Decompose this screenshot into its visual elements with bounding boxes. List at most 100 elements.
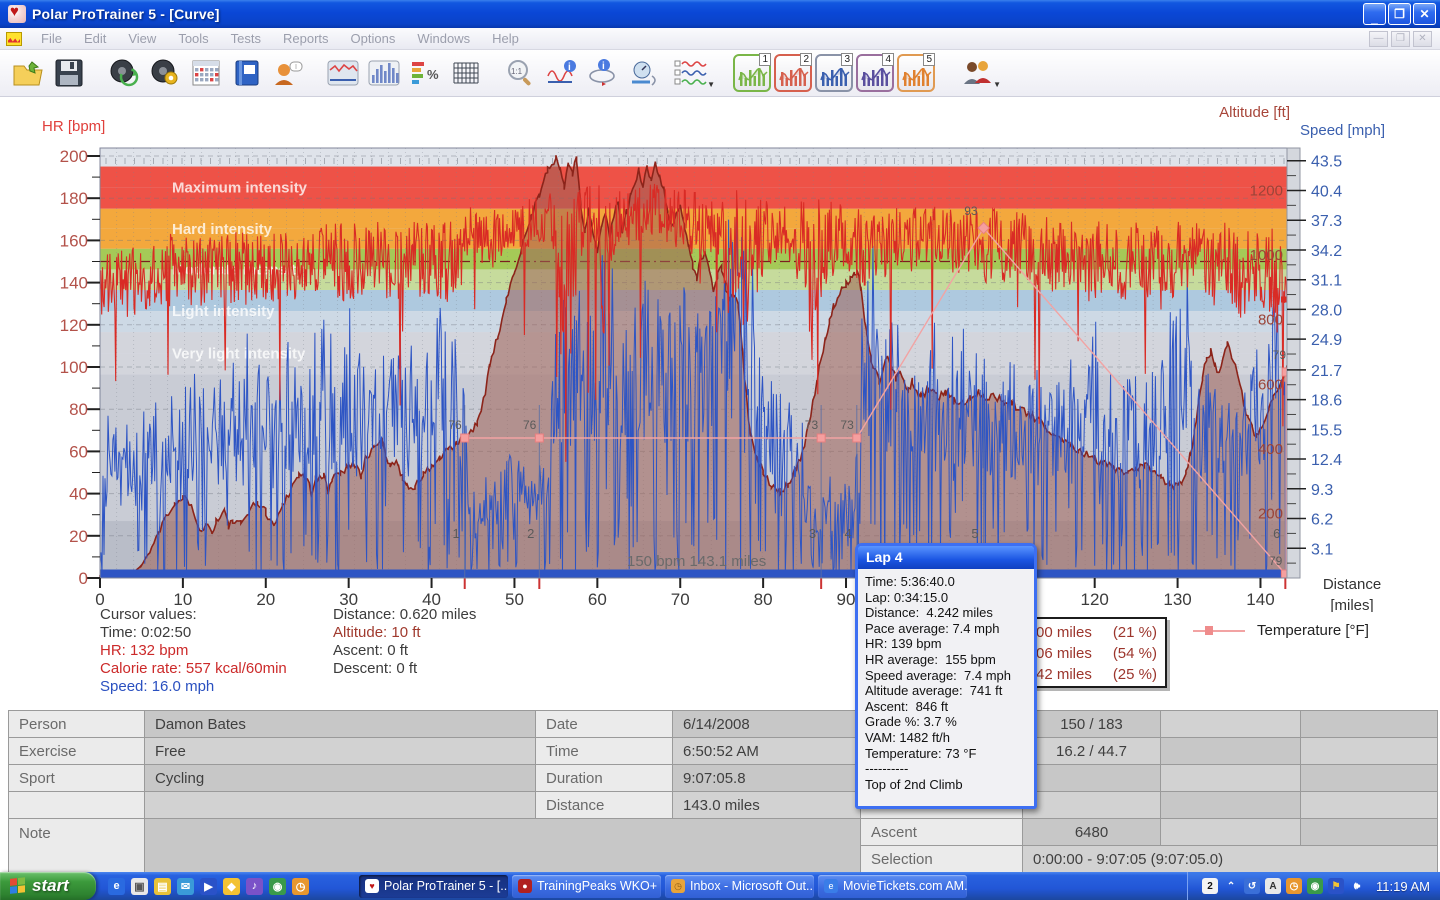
curve-view-button[interactable] (323, 53, 363, 93)
table-cell-empty[interactable] (1300, 818, 1438, 846)
table-cell-date[interactable]: 6/14/2008 (672, 710, 861, 738)
table-cell-empty[interactable] (1300, 764, 1438, 792)
table-cell-person[interactable]: Damon Bates (144, 710, 536, 738)
speed-tick-6.2: 6.2 (1311, 512, 1333, 529)
distribution-view-button[interactable]: % (405, 53, 445, 93)
table-cell-empty[interactable] (1300, 710, 1438, 738)
menu-edit[interactable]: Edit (73, 29, 117, 48)
cursor-value-line: Speed: 16.0 mph (100, 678, 287, 696)
menu-tests[interactable]: Tests (220, 29, 272, 48)
menu-file[interactable]: File (30, 29, 73, 48)
taskbar-task-ie[interactable]: eMovieTickets.com AM... (818, 875, 967, 898)
table-cell-empty[interactable] (1160, 764, 1301, 792)
messenger-icon[interactable]: ⚑ (1328, 878, 1344, 894)
table-cell-empty[interactable] (1022, 791, 1161, 819)
picture-viewer-icon[interactable]: ▣ (131, 878, 148, 895)
table-cell-exercise[interactable]: Free (144, 737, 536, 765)
cursor-value-line: Calorie rate: 557 kcal/60min (100, 660, 287, 678)
minimize-button[interactable]: _ (1363, 3, 1386, 25)
compare-persons-button[interactable]: ▼ (951, 53, 1003, 93)
diary-button[interactable] (227, 53, 267, 93)
table-cell-time[interactable]: 6:50:52 AM (672, 737, 861, 765)
lap-number-2: 2 (527, 526, 534, 541)
menu-options[interactable]: Options (340, 29, 407, 48)
mdi-close-button[interactable]: ✕ (1413, 31, 1432, 47)
table-cell-sport[interactable]: Cycling (144, 764, 536, 792)
table-cell-empty[interactable] (1160, 818, 1301, 846)
menu-help[interactable]: Help (481, 29, 530, 48)
task-label: MovieTickets.com AM... (843, 879, 967, 893)
maximize-button[interactable]: ❐ (1388, 3, 1411, 25)
table-cell-empty[interactable] (1160, 737, 1301, 765)
itunes-icon[interactable]: ♪ (246, 878, 263, 895)
menu-tools[interactable]: Tools (167, 29, 219, 48)
altitude-gridlabel-1200: 1200 (1250, 183, 1283, 200)
lap-info-button[interactable]: i (583, 53, 623, 93)
dropdown-caret-icon[interactable]: ▼ (707, 80, 715, 89)
grid-view-button[interactable] (446, 53, 486, 93)
bar-view-button[interactable] (364, 53, 404, 93)
zone-label-maximum: Maximum intensity (172, 180, 308, 197)
scheduler-icon[interactable]: ◷ (1286, 878, 1302, 894)
polar-heart-icon: ♥ (365, 879, 379, 893)
folder-icon[interactable]: ▤ (154, 878, 171, 895)
ie-icon[interactable]: e (108, 878, 125, 895)
close-button[interactable]: ✕ (1413, 3, 1436, 25)
table-cell-empty[interactable] (1160, 710, 1301, 738)
transfer-from-device-button[interactable] (104, 53, 144, 93)
mail-icon[interactable]: ✉ (177, 878, 194, 895)
language-bar-icon[interactable]: A (1265, 878, 1281, 894)
temp-value-label: 73 (805, 418, 819, 432)
x-axis-title-2: [miles] (1330, 597, 1373, 612)
calendar-button[interactable] (186, 53, 226, 93)
updates-icon[interactable]: ↺ (1244, 878, 1260, 894)
exercise-curve-chart[interactable]: Maximum intensityHard intensityModerate … (0, 97, 1440, 612)
preset-5-button[interactable]: 5 (896, 53, 936, 93)
dropdown-caret-icon[interactable]: ▼ (993, 80, 1001, 89)
person-info-button[interactable] (268, 53, 308, 93)
save-button[interactable] (49, 53, 89, 93)
mdi-minimize-button[interactable]: — (1369, 31, 1388, 47)
time-range-button[interactable] (624, 53, 664, 93)
taskbar-task-outlook[interactable]: ◷Inbox - Microsoft Out... (665, 875, 814, 898)
table-cell-speed-value[interactable]: 16.2 / 44.7 (1022, 737, 1161, 765)
task-label: TrainingPeaks WKO+ ... (537, 879, 661, 893)
curve-info-button[interactable]: i (542, 53, 582, 93)
table-cell-empty[interactable] (1300, 791, 1438, 819)
table-cell-empty[interactable] (1160, 791, 1301, 819)
cursor-value-line: Ascent: 0 ft (333, 642, 476, 660)
table-cell-duration[interactable]: 9:07:05.8 (672, 764, 861, 792)
menu-windows[interactable]: Windows (406, 29, 481, 48)
table-cell-empty[interactable] (1022, 764, 1161, 792)
preset-3-button[interactable]: 3 (814, 53, 854, 93)
table-cell-note[interactable] (144, 818, 861, 873)
menu-view[interactable]: View (117, 29, 167, 48)
start-button[interactable]: start (0, 872, 96, 900)
mdi-restore-button[interactable]: ❐ (1391, 31, 1410, 47)
preset-4-button[interactable]: 4 (855, 53, 895, 93)
table-cell-hr-value[interactable]: 150 / 183 (1022, 710, 1161, 738)
yellow-app-icon[interactable]: ◆ (223, 878, 240, 895)
preset-1-button[interactable]: 1 (732, 53, 772, 93)
clock-app-icon[interactable]: ◷ (292, 878, 309, 895)
table-cell-selection[interactable]: 0:00:00 - 9:07:05 (9:07:05.0) (1022, 845, 1438, 873)
hide-icons-arrow-icon[interactable]: ⌃ (1223, 878, 1239, 894)
browser-icon[interactable]: ◉ (269, 878, 286, 895)
media-player-icon[interactable]: ▶ (200, 878, 217, 895)
device-settings-button[interactable] (145, 53, 185, 93)
volume-icon[interactable]: 🕪 (1349, 878, 1365, 894)
preset-2-button[interactable]: 2 (773, 53, 813, 93)
table-cell-ascent[interactable]: 6480 (1022, 818, 1161, 846)
taskbar-task-wko[interactable]: ●TrainingPeaks WKO+ ... (512, 875, 661, 898)
table-cell-distance[interactable]: 143.0 miles (672, 791, 861, 819)
keyboard-layout-icon[interactable]: 2 (1202, 878, 1218, 894)
table-cell-empty[interactable] (1300, 737, 1438, 765)
taskbar-task-polar-heart[interactable]: ♥Polar ProTrainer 5 - [... (359, 875, 508, 898)
open-file-button[interactable] (8, 53, 48, 93)
menu-reports[interactable]: Reports (272, 29, 340, 48)
table-cell-sport-label: Sport (8, 764, 145, 792)
select-curves-button[interactable]: ▼ (665, 53, 717, 93)
table-cell-empty[interactable] (144, 791, 536, 819)
zoom-1-1-button[interactable]: 1:1 (501, 53, 541, 93)
network-icon[interactable]: ◉ (1307, 878, 1323, 894)
